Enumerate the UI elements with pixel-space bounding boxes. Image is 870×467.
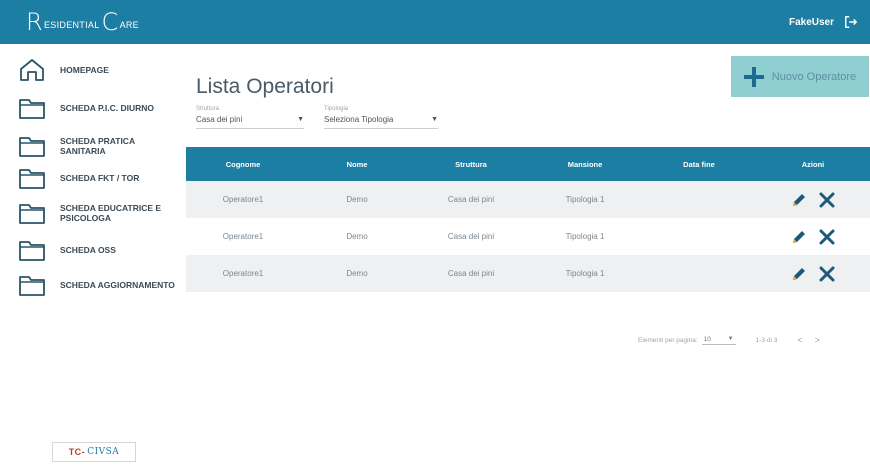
cell-cognome: Operatore1 [222, 232, 264, 241]
edit-icon[interactable] [791, 266, 807, 282]
username[interactable]: FakeUser [789, 17, 834, 28]
cell-struttura: Casa dei pini [447, 269, 495, 278]
sidebar-item-label: SCHEDA OSS [60, 245, 116, 255]
items-per-page-select[interactable]: 10 ▼ [701, 335, 736, 345]
folder-icon [19, 276, 45, 296]
partner-logo-text-2: CIVSA [87, 447, 120, 457]
sidebar-item-label: SCHEDA EDUCATRICE E PSICOLOGA [60, 203, 162, 223]
items-per-page-label: Elementi per pagina: [638, 336, 698, 344]
row-actions [756, 229, 870, 245]
table-header: Cognome Nome Struttura Mansione Data fin… [186, 147, 870, 181]
tipologia-select[interactable]: Tipologia Seleziona Tipologia ▼ [324, 106, 438, 129]
sidebar-item-label: SCHEDA AGGIORNAMENTO [60, 280, 175, 290]
delete-icon[interactable] [819, 229, 835, 245]
pagination: Elementi per pagina: 10 ▼ 1-3 di 3 < > [638, 335, 866, 345]
sidebar-item-scheda-aggiornamento[interactable]: SCHEDA AGGIORNAMENTO [18, 273, 176, 297]
logo-text-2: ARE [119, 20, 139, 30]
sidebar-item-scheda-oss[interactable]: SCHEDA OSS [18, 238, 176, 262]
add-operator-button-label: Nuovo Operatore [771, 70, 857, 83]
sidebar-item-label: SCHEDA FKT / TOR [60, 173, 140, 183]
struttura-select-value: Casa dei pini [196, 115, 243, 124]
sidebar-item-scheda-pratica-sanitaria[interactable]: SCHEDA PRATICA SANITARIA [18, 134, 176, 158]
sidebar-item-scheda-fkt-tor[interactable]: SCHEDA FKT / TOR [18, 166, 176, 190]
items-per-page-value: 10 [703, 335, 711, 343]
column-header-nome[interactable]: Nome [300, 160, 414, 169]
tipologia-select-label: Tipologia [324, 106, 349, 112]
chevron-down-icon: ▼ [431, 116, 438, 123]
logo-letter-c: C [101, 8, 119, 36]
cell-cognome: Operatore1 [222, 195, 264, 204]
column-header-azioni: Azioni [801, 159, 825, 169]
sidebar-item-label: HOMEPAGE [60, 65, 109, 75]
partner-logo: TC- CIVSA [52, 442, 136, 462]
cell-struttura: Casa dei pini [447, 232, 495, 241]
sidebar-item-scheda-educatrice-psicologa[interactable]: SCHEDA EDUCATRICE E PSICOLOGA [18, 201, 176, 225]
app-logo[interactable]: R ESIDENTIAL C ARE [26, 10, 139, 34]
chevron-down-icon: ▼ [297, 116, 304, 123]
edit-icon[interactable] [791, 229, 807, 245]
cell-nome: Demo [346, 232, 368, 241]
operators-table: Cognome Nome Struttura Mansione Data fin… [186, 147, 870, 292]
cell-mansione: Tipologia 1 [565, 232, 605, 241]
sidebar-item-homepage[interactable]: HOMEPAGE [18, 58, 176, 82]
sidebar-item-scheda-pic-diurno[interactable]: SCHEDA P.I.C. DIURNO [18, 96, 176, 120]
sidebar-item-label: SCHEDA PRATICA SANITARIA [60, 136, 135, 156]
add-operator-button[interactable]: Nuovo Operatore [731, 56, 869, 97]
cell-cognome: Operatore1 [222, 269, 264, 278]
folder-icon [19, 169, 45, 189]
partner-logo-text-1: TC- [68, 447, 86, 457]
tipologia-select-value: Seleziona Tipologia [324, 115, 394, 124]
cell-struttura: Casa dei pini [447, 195, 495, 204]
table-row: Operatore1 Demo Casa dei pini Tipologia … [186, 181, 870, 218]
main-content: Lista Operatori Nuovo Operatore Struttur… [186, 44, 870, 467]
column-header-struttura[interactable]: Struttura [414, 160, 528, 169]
home-icon [20, 59, 44, 81]
chevron-down-icon: ▼ [727, 336, 734, 342]
table-row: Operatore1 Demo Casa dei pini Tipologia … [186, 255, 870, 292]
cell-nome: Demo [346, 269, 368, 278]
logout-icon[interactable] [844, 15, 858, 29]
cell-nome: Demo [346, 195, 368, 204]
column-header-mansione[interactable]: Mansione [528, 160, 642, 169]
page-title: Lista Operatori [196, 75, 334, 98]
struttura-select-label: Struttura [196, 106, 220, 112]
edit-icon[interactable] [791, 192, 807, 208]
sidebar-item-label: SCHEDA P.I.C. DIURNO [60, 103, 154, 113]
logo-text-1: ESIDENTIAL [43, 20, 100, 30]
logo-letter-r: R [26, 8, 43, 36]
struttura-select[interactable]: Struttura Casa dei pini ▼ [196, 106, 304, 129]
top-bar: R ESIDENTIAL C ARE FakeUser [0, 0, 870, 44]
delete-icon[interactable] [819, 266, 835, 282]
folder-icon [19, 204, 45, 224]
row-actions [756, 266, 870, 282]
pagination-range: 1-3 di 3 [755, 336, 778, 344]
plus-icon [743, 66, 764, 87]
folder-icon [19, 241, 45, 261]
column-header-cognome[interactable]: Cognome [186, 160, 300, 169]
user-area: FakeUser [789, 15, 858, 29]
prev-page-button[interactable]: < [797, 335, 802, 345]
folder-icon [19, 99, 45, 119]
column-header-data-fine[interactable]: Data fine [642, 160, 756, 169]
table-row: Operatore1 Demo Casa dei pini Tipologia … [186, 218, 870, 255]
next-page-button[interactable]: > [815, 335, 820, 345]
delete-icon[interactable] [819, 192, 835, 208]
folder-icon [19, 137, 45, 157]
cell-mansione: Tipologia 1 [565, 195, 605, 204]
cell-mansione: Tipologia 1 [565, 269, 605, 278]
sidebar: HOMEPAGE SCHEDA P.I.C. DIURNO SCHEDA PRA… [0, 44, 176, 467]
row-actions [756, 192, 870, 208]
